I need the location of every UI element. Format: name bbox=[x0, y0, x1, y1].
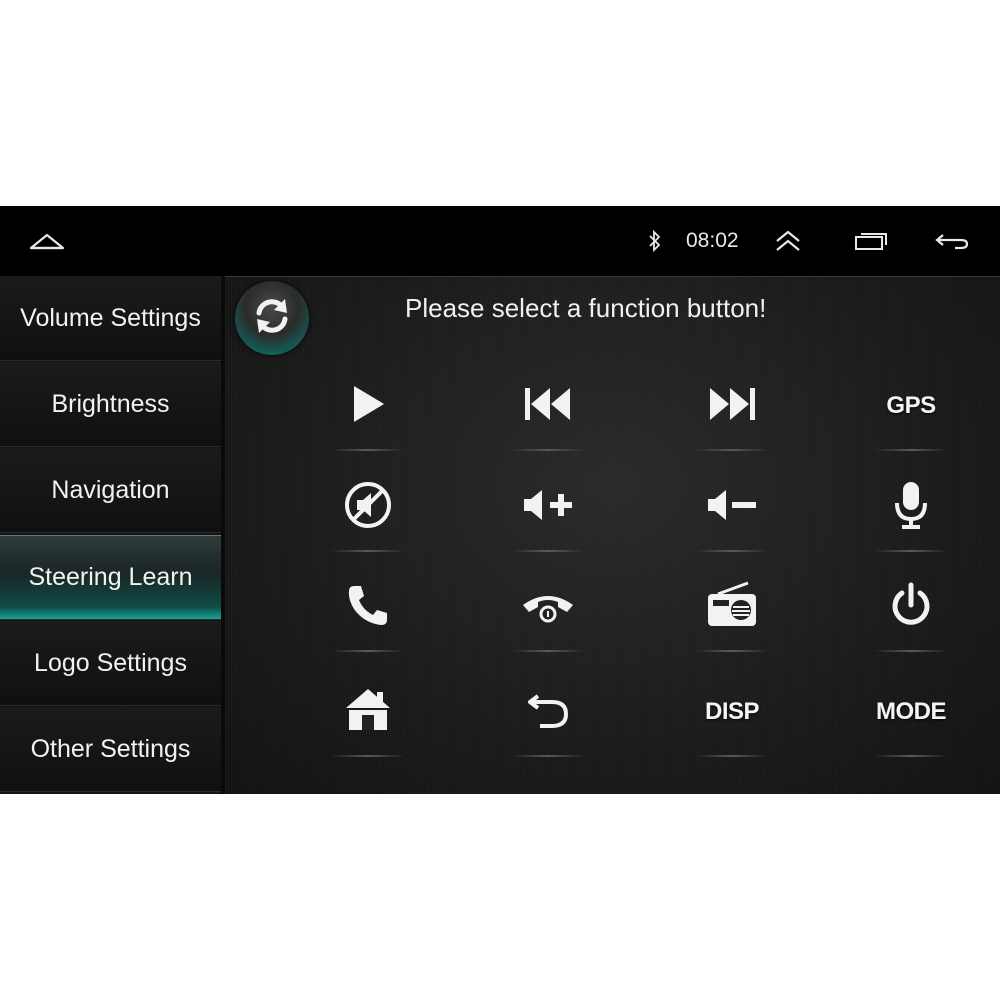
button-underline bbox=[695, 449, 769, 451]
sidebar-item-other-settings[interactable]: Other Settings bbox=[0, 707, 221, 792]
mute-button[interactable] bbox=[293, 462, 443, 552]
button-underline bbox=[511, 550, 585, 552]
button-underline bbox=[874, 755, 948, 757]
sidebar-item-logo-settings[interactable]: Logo Settings bbox=[0, 621, 221, 706]
gps-button[interactable]: GPS bbox=[836, 361, 986, 451]
button-underline bbox=[511, 755, 585, 757]
sidebar-item-volume-settings[interactable]: Volume Settings bbox=[0, 276, 221, 361]
previous-track-button[interactable] bbox=[473, 361, 623, 451]
mode-button[interactable]: MODE bbox=[836, 667, 986, 757]
sidebar-item-label: Brightness bbox=[51, 389, 170, 418]
mode-label: MODE bbox=[876, 698, 947, 725]
radio-button[interactable] bbox=[657, 562, 807, 652]
next-track-icon bbox=[706, 384, 758, 429]
gps-label: GPS bbox=[886, 392, 936, 419]
sidebar-item-steering-learn[interactable]: Steering Learn bbox=[0, 535, 221, 620]
play-icon bbox=[348, 382, 388, 431]
button-underline bbox=[874, 650, 948, 652]
volume-up-icon bbox=[520, 485, 576, 530]
play-button[interactable] bbox=[293, 361, 443, 451]
button-underline bbox=[695, 755, 769, 757]
button-underline bbox=[695, 650, 769, 652]
button-underline bbox=[695, 550, 769, 552]
clock: 08:02 bbox=[686, 229, 739, 252]
sidebar-item-navigation[interactable]: Navigation bbox=[0, 448, 221, 533]
disp-label: DISP bbox=[704, 698, 760, 725]
instruction-text: Please select a function button! bbox=[405, 293, 767, 323]
disp-button[interactable]: DISP bbox=[657, 667, 807, 757]
button-underline bbox=[331, 550, 405, 552]
settings-sidebar: Volume Settings Brightness Navigation St… bbox=[0, 276, 225, 794]
refresh-icon bbox=[249, 293, 295, 344]
phone-answer-icon bbox=[344, 581, 392, 634]
radio-icon bbox=[704, 580, 760, 635]
home-button[interactable] bbox=[293, 667, 443, 757]
back-icon[interactable] bbox=[930, 206, 974, 276]
phone-hangup-icon bbox=[519, 585, 577, 630]
sidebar-item-label: Steering Learn bbox=[28, 563, 193, 591]
hang-up-button[interactable] bbox=[473, 562, 623, 652]
previous-track-icon bbox=[522, 384, 574, 429]
expand-up-icon[interactable] bbox=[770, 206, 806, 276]
power-icon bbox=[888, 581, 934, 634]
volume-down-icon bbox=[704, 485, 760, 530]
recent-apps-icon[interactable] bbox=[850, 206, 892, 276]
answer-call-button[interactable] bbox=[293, 562, 443, 652]
button-underline bbox=[331, 449, 405, 451]
button-underline bbox=[874, 449, 948, 451]
mute-icon bbox=[343, 480, 393, 535]
volume-down-button[interactable] bbox=[657, 462, 807, 552]
microphone-icon bbox=[891, 479, 931, 536]
power-button[interactable] bbox=[836, 562, 986, 652]
button-underline bbox=[511, 650, 585, 652]
back-icon bbox=[524, 688, 572, 737]
volume-up-button[interactable] bbox=[473, 462, 623, 552]
home-icon bbox=[343, 686, 393, 739]
refresh-button[interactable] bbox=[235, 281, 309, 355]
next-track-button[interactable] bbox=[657, 361, 807, 451]
steering-learn-panel: Please select a function button! GPS DIS… bbox=[225, 276, 1000, 794]
sidebar-item-label: Logo Settings bbox=[34, 648, 187, 677]
button-underline bbox=[331, 755, 405, 757]
sidebar-item-brightness[interactable]: Brightness bbox=[0, 362, 221, 447]
sidebar-item-label: Other Settings bbox=[30, 734, 191, 763]
sidebar-item-label: Navigation bbox=[51, 475, 170, 504]
sidebar-item-label: Volume Settings bbox=[20, 303, 201, 332]
button-underline bbox=[511, 449, 585, 451]
button-underline bbox=[331, 650, 405, 652]
button-underline bbox=[874, 550, 948, 552]
return-button[interactable] bbox=[473, 667, 623, 757]
microphone-button[interactable] bbox=[836, 462, 986, 552]
home-icon[interactable] bbox=[22, 206, 72, 276]
head-unit-screen: 08:02 Volume Settings Brightness Navigat… bbox=[0, 206, 1000, 794]
bluetooth-icon bbox=[642, 206, 668, 276]
status-bar: 08:02 bbox=[0, 206, 1000, 276]
